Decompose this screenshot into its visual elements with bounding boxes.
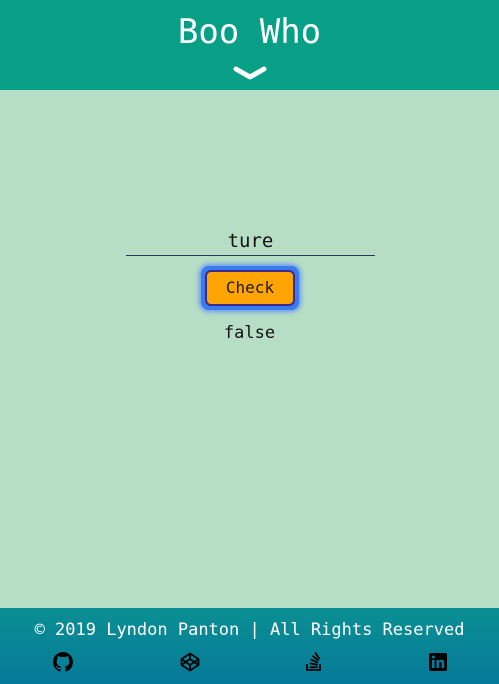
copyright-text: © 2019 Lyndon Panton | All Rights Reserv… bbox=[34, 620, 465, 640]
stackoverflow-icon bbox=[306, 652, 321, 671]
linkedin-icon bbox=[429, 653, 447, 671]
stackoverflow-link[interactable] bbox=[304, 652, 324, 672]
linkedin-link[interactable] bbox=[428, 652, 448, 672]
github-link[interactable] bbox=[53, 652, 73, 672]
github-icon bbox=[53, 652, 73, 672]
app-footer: © 2019 Lyndon Panton | All Rights Reserv… bbox=[0, 608, 499, 684]
app-header: Boo Who bbox=[0, 0, 499, 90]
chevron-down-icon[interactable] bbox=[233, 66, 267, 82]
page-title: Boo Who bbox=[177, 12, 322, 52]
check-button[interactable]: Check bbox=[205, 270, 295, 306]
codepen-icon bbox=[180, 652, 200, 672]
boolean-input[interactable] bbox=[126, 227, 375, 256]
check-button-focus-ring: Check bbox=[201, 266, 299, 310]
result-output: false bbox=[223, 323, 276, 343]
main-content: Check false bbox=[0, 90, 499, 608]
codepen-link[interactable] bbox=[180, 652, 200, 672]
